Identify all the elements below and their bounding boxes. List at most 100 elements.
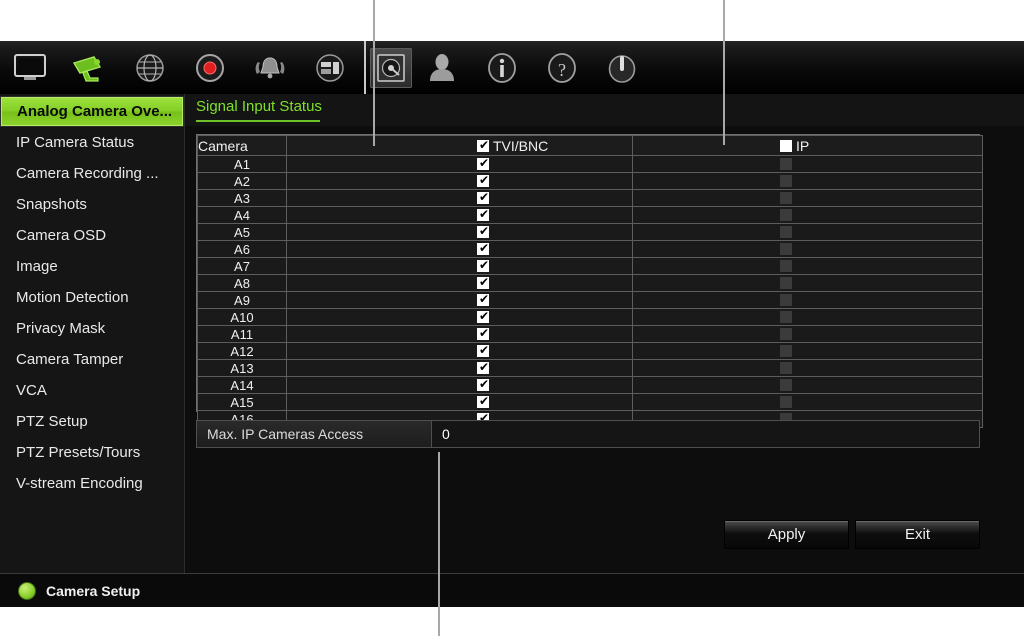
record-icon[interactable] — [180, 41, 240, 94]
exit-button[interactable]: Exit — [855, 520, 980, 549]
sidebar-item-camera-osd[interactable]: Camera OSD — [0, 220, 184, 251]
sidebar-item-ptz-setup[interactable]: PTZ Setup — [0, 406, 184, 437]
checkbox-disabled — [780, 396, 792, 408]
callout-leader-max-ip-value — [438, 452, 440, 636]
checkbox-checked[interactable]: ✔ — [477, 293, 489, 306]
cell-camera-name: A6 — [197, 240, 287, 258]
checkbox-checked[interactable]: ✔ — [477, 259, 489, 272]
cell-ip — [632, 274, 983, 292]
checkbox-checked[interactable]: ✔ — [477, 344, 489, 357]
cell-tvi-bnc[interactable]: ✔ — [286, 240, 633, 258]
sidebar-item-label: Motion Detection — [16, 289, 129, 306]
checkbox-checked[interactable]: ✔ — [477, 361, 489, 374]
sidebar-item-motion-detection[interactable]: Motion Detection — [0, 282, 184, 313]
sidebar-item-snapshots[interactable]: Snapshots — [0, 189, 184, 220]
cell-tvi-bnc[interactable]: ✔ — [286, 223, 633, 241]
cell-tvi-bnc[interactable]: ✔ — [286, 325, 633, 343]
cell-ip — [632, 240, 983, 258]
cell-tvi-bnc[interactable]: ✔ — [286, 274, 633, 292]
cell-tvi-bnc[interactable]: ✔ — [286, 189, 633, 207]
sidebar-item-ptz-presets-tours[interactable]: PTZ Presets/Tours — [0, 437, 184, 468]
device-management-icon[interactable] — [300, 41, 360, 94]
checkbox-checked[interactable]: ✔ — [477, 191, 489, 204]
dvr-window: ? Analog Camera Ove... IP Camera Status … — [0, 41, 1024, 607]
checkbox-checked[interactable]: ✔ — [477, 157, 489, 170]
info-icon[interactable] — [472, 41, 532, 94]
cell-camera-name: A11 — [197, 325, 287, 343]
cell-ip — [632, 189, 983, 207]
checkbox-checked[interactable]: ✔ — [477, 395, 489, 408]
checkbox-checked[interactable]: ✔ — [477, 208, 489, 221]
sidebar-item-image[interactable]: Image — [0, 251, 184, 282]
sidebar-item-ip-camera-status[interactable]: IP Camera Status — [0, 127, 184, 158]
checkbox-checked[interactable]: ✔ — [477, 276, 489, 289]
cell-tvi-bnc[interactable]: ✔ — [286, 376, 633, 394]
checkbox-disabled — [780, 294, 792, 306]
user-icon[interactable] — [412, 41, 472, 94]
checkbox-disabled — [780, 379, 792, 391]
checkbox-checked[interactable]: ✔ — [477, 174, 489, 187]
cell-tvi-bnc[interactable]: ✔ — [286, 342, 633, 360]
cell-tvi-bnc[interactable]: ✔ — [286, 308, 633, 326]
checkbox-checked[interactable]: ✔ — [477, 225, 489, 238]
content-panel: Signal Input Status Camera ✔ TVI/BNC IP A1 ✔ A… — [185, 94, 1024, 573]
cell-tvi-bnc[interactable]: ✔ — [286, 206, 633, 224]
checkbox-checked[interactable]: ✔ — [477, 310, 489, 323]
max-ip-cameras-access-label: Max. IP Cameras Access — [197, 421, 432, 447]
sidebar-item-label: Camera Recording ... — [16, 165, 159, 182]
sidebar-item-camera-tamper[interactable]: Camera Tamper — [0, 344, 184, 375]
table-row: A8 ✔ — [197, 274, 983, 292]
sidebar-item-v-stream-encoding[interactable]: V-stream Encoding — [0, 468, 184, 499]
checkbox-checked[interactable]: ✔ — [477, 138, 489, 152]
cell-ip — [632, 342, 983, 360]
checkbox-disabled — [780, 277, 792, 289]
sidebar-item-label: V-stream Encoding — [16, 475, 143, 492]
checkbox-disabled — [780, 226, 792, 238]
sidebar-item-vca[interactable]: VCA — [0, 375, 184, 406]
cell-camera-name: A8 — [197, 274, 287, 292]
monitor-icon[interactable] — [0, 41, 60, 94]
sidebar-item-label: VCA — [16, 382, 47, 399]
svg-text:?: ? — [558, 60, 566, 80]
alarm-bell-icon[interactable] — [240, 41, 300, 94]
sidebar-item-label: PTZ Presets/Tours — [16, 444, 141, 461]
max-ip-cameras-access-value[interactable]: 0 — [432, 421, 979, 447]
checkbox-checked[interactable]: ✔ — [477, 327, 489, 340]
checkbox-disabled — [780, 243, 792, 255]
cell-tvi-bnc[interactable]: ✔ — [286, 172, 633, 190]
table-row: A13 ✔ — [197, 359, 983, 377]
callout-leader-tvi-bnc — [373, 0, 375, 146]
table-row: A9 ✔ — [197, 291, 983, 309]
cell-tvi-bnc[interactable]: ✔ — [286, 155, 633, 173]
cell-ip — [632, 172, 983, 190]
cell-ip — [632, 291, 983, 309]
checkbox-unchecked[interactable] — [780, 139, 792, 152]
action-buttons: Apply Exit — [185, 520, 1024, 550]
help-icon[interactable]: ? — [532, 41, 592, 94]
cell-tvi-bnc[interactable]: ✔ — [286, 359, 633, 377]
hard-disk-icon[interactable] — [370, 47, 412, 88]
sidebar-item-camera-recording[interactable]: Camera Recording ... — [0, 158, 184, 189]
tab-signal-input-status[interactable]: Signal Input Status — [196, 98, 322, 115]
cell-ip — [632, 223, 983, 241]
cell-tvi-bnc[interactable]: ✔ — [286, 257, 633, 275]
apply-button[interactable]: Apply — [724, 520, 849, 549]
checkbox-checked[interactable]: ✔ — [477, 242, 489, 255]
camera-icon[interactable] — [60, 41, 120, 94]
cell-ip — [632, 359, 983, 377]
cell-ip — [632, 308, 983, 326]
camera-setup-status-icon — [18, 581, 36, 600]
sidebar-item-analog-camera-overview[interactable]: Analog Camera Ove... — [0, 96, 184, 127]
cell-camera-name: A12 — [197, 342, 287, 360]
network-globe-icon[interactable] — [120, 41, 180, 94]
table-header-tvi-bnc: ✔ TVI/BNC — [286, 135, 633, 156]
sidebar-menu: Analog Camera Ove... IP Camera Status Ca… — [0, 94, 185, 573]
cell-ip — [632, 393, 983, 411]
cell-tvi-bnc[interactable]: ✔ — [286, 393, 633, 411]
table-row: A5 ✔ — [197, 223, 983, 241]
checkbox-checked[interactable]: ✔ — [477, 378, 489, 391]
sidebar-item-privacy-mask[interactable]: Privacy Mask — [0, 313, 184, 344]
cell-tvi-bnc[interactable]: ✔ — [286, 291, 633, 309]
power-icon[interactable] — [592, 41, 652, 94]
table-header-row: Camera ✔ TVI/BNC IP — [197, 135, 983, 156]
